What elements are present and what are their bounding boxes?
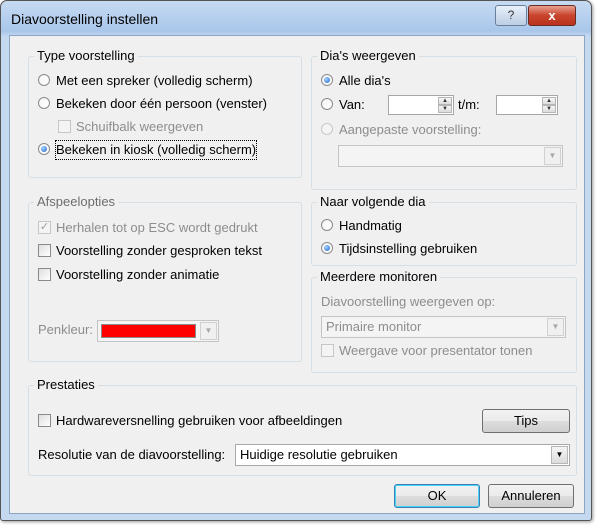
pen-color-swatch [101, 324, 196, 338]
radio-label: Alle dia's [339, 73, 391, 88]
tm-label: t/m: [458, 97, 480, 112]
checkbox-label: Schuifbalk weergeven [76, 119, 204, 134]
dialog-body: Type voorstelling Met een spreker (volle… [9, 35, 585, 514]
chevron-down-icon: ▼ [200, 322, 217, 340]
van-from-input[interactable]: ▲ ▼ [388, 95, 454, 115]
radio-alle-dias[interactable]: Alle dia's [321, 72, 441, 90]
radio-aangepaste-voorstelling[interactable]: Aangepaste voorstelling: [321, 121, 551, 139]
spin-buttons: ▲ ▼ [542, 97, 556, 113]
radio-label: Van: [339, 97, 365, 112]
radio-indicator [38, 74, 50, 86]
group-prestaties: Prestaties Hardwareversnelling gebruiken… [28, 377, 577, 476]
checkbox-weergave-presentator[interactable]: Weergave voor presentator tonen [321, 342, 571, 360]
checkbox-zonder-gesproken-tekst[interactable]: Voorstelling zonder gesproken tekst [38, 242, 293, 260]
radio-label: Tijdsinstelling gebruiken [339, 241, 478, 256]
group-legend: Naar volgende dia [317, 194, 429, 210]
spin-down-icon[interactable]: ▼ [542, 105, 556, 113]
close-button[interactable]: x [528, 5, 576, 26]
chevron-down-icon: ▼ [547, 318, 564, 336]
radio-bekeken-door-een-persoon[interactable]: Bekeken door één persoon (venster) [38, 95, 293, 113]
radio-indicator [321, 242, 333, 254]
spin-up-icon[interactable]: ▲ [542, 97, 556, 105]
group-legend: Type voorstelling [34, 48, 138, 64]
group-naar-volgende-dia: Naar volgende dia Handmatig Tijdsinstell… [311, 194, 577, 266]
help-icon: ? [507, 8, 515, 22]
radio-label: Bekeken door één persoon (venster) [56, 96, 268, 111]
checkbox-zonder-animatie[interactable]: Voorstelling zonder animatie [38, 266, 293, 284]
spin-buttons: ▲ ▼ [438, 97, 452, 113]
dialog-window: Diavoorstelling instellen ? x Type voors… [0, 0, 592, 521]
tips-button[interactable]: Tips [482, 409, 570, 433]
cancel-button[interactable]: Annuleren [488, 484, 574, 508]
checkbox-schuifbalk-weergeven[interactable]: Schuifbalk weergeven [58, 118, 218, 136]
van-to-input[interactable]: ▲ ▼ [496, 95, 558, 115]
group-legend: Meerdere monitoren [317, 269, 441, 285]
checkbox-hardwareversnelling[interactable]: Hardwareversnelling gebruiken voor afbee… [38, 412, 368, 430]
ok-button[interactable]: OK [394, 484, 480, 508]
checkbox-indicator [58, 120, 71, 133]
close-icon: x [548, 8, 556, 23]
checkmark-icon: ✓ [38, 221, 51, 234]
radio-indicator [321, 123, 333, 135]
radio-label: Bekeken in kiosk (volledig scherm) [54, 140, 258, 160]
checkbox-label: Hardwareversnelling gebruiken voor afbee… [56, 413, 343, 428]
radio-indicator [38, 143, 50, 155]
checkbox-herhalen-tot-esc[interactable]: ✓ Herhalen tot op ESC wordt gedrukt [38, 219, 288, 237]
cancel-button-label: Annuleren [501, 488, 561, 503]
penkleur-label: Penkleur: [38, 322, 93, 337]
group-afspeelopties: Afspeelopties ✓ Herhalen tot op ESC word… [28, 194, 302, 362]
checkbox-label: Voorstelling zonder gesproken tekst [56, 243, 262, 258]
radio-label: Handmatig [339, 218, 402, 233]
group-meerdere-monitoren: Meerdere monitoren Diavoorstelling weerg… [311, 269, 577, 373]
window-title: Diavoorstelling instellen [11, 11, 159, 27]
radio-indicator [321, 74, 333, 86]
ok-button-label: OK [427, 488, 447, 503]
help-button[interactable]: ? [495, 5, 527, 26]
group-dias-weergeven: Dia's weergeven Alle dia's Van: ▲ ▼ t/m: [311, 48, 577, 190]
checkbox-indicator [38, 414, 51, 427]
radio-indicator [38, 97, 50, 109]
chevron-down-icon: ▼ [544, 147, 561, 165]
checkbox-indicator [321, 344, 334, 357]
title-bar[interactable]: Diavoorstelling instellen ? x [1, 1, 591, 35]
radio-bekeken-in-kiosk[interactable]: Bekeken in kiosk (volledig scherm) [38, 140, 293, 160]
radio-handmatig[interactable]: Handmatig [321, 217, 441, 235]
radio-label: Met een spreker (volledig scherm) [56, 73, 253, 88]
group-legend: Dia's weergeven [317, 48, 419, 64]
group-legend: Afspeelopties [34, 194, 119, 210]
group-type-voorstelling: Type voorstelling Met een spreker (volle… [28, 48, 302, 178]
checkbox-indicator [38, 244, 51, 257]
checkbox-label: Weergave voor presentator tonen [339, 343, 533, 358]
aangepaste-voorstelling-select[interactable]: ▼ [338, 145, 563, 167]
checkbox-label: Voorstelling zonder animatie [56, 267, 220, 282]
select-value: Huidige resolutie gebruiken [240, 447, 398, 462]
penkleur-select[interactable]: ▼ [97, 320, 219, 342]
radio-label: Aangepaste voorstelling: [339, 122, 482, 137]
group-legend: Prestaties [34, 377, 98, 393]
radio-indicator [321, 98, 333, 110]
select-value: Primaire monitor [326, 319, 422, 334]
spin-down-icon[interactable]: ▼ [438, 105, 452, 113]
chevron-down-icon: ▼ [551, 446, 568, 464]
tips-button-label: Tips [513, 413, 539, 428]
radio-indicator [321, 219, 333, 231]
weergeven-op-label: Diavoorstelling weergeven op: [321, 294, 496, 309]
resolutie-label: Resolutie van de diavoorstelling: [38, 447, 226, 462]
checkbox-label: Herhalen tot op ESC wordt gedrukt [56, 220, 258, 235]
spin-up-icon[interactable]: ▲ [438, 97, 452, 105]
radio-tijdsinstelling-gebruiken[interactable]: Tijdsinstelling gebruiken [321, 240, 521, 258]
radio-van[interactable]: Van: [321, 96, 381, 114]
resolutie-select[interactable]: Huidige resolutie gebruiken ▼ [235, 444, 570, 466]
monitor-select[interactable]: Primaire monitor ▼ [321, 316, 566, 338]
radio-met-een-spreker[interactable]: Met een spreker (volledig scherm) [38, 72, 293, 90]
checkbox-indicator [38, 268, 51, 281]
